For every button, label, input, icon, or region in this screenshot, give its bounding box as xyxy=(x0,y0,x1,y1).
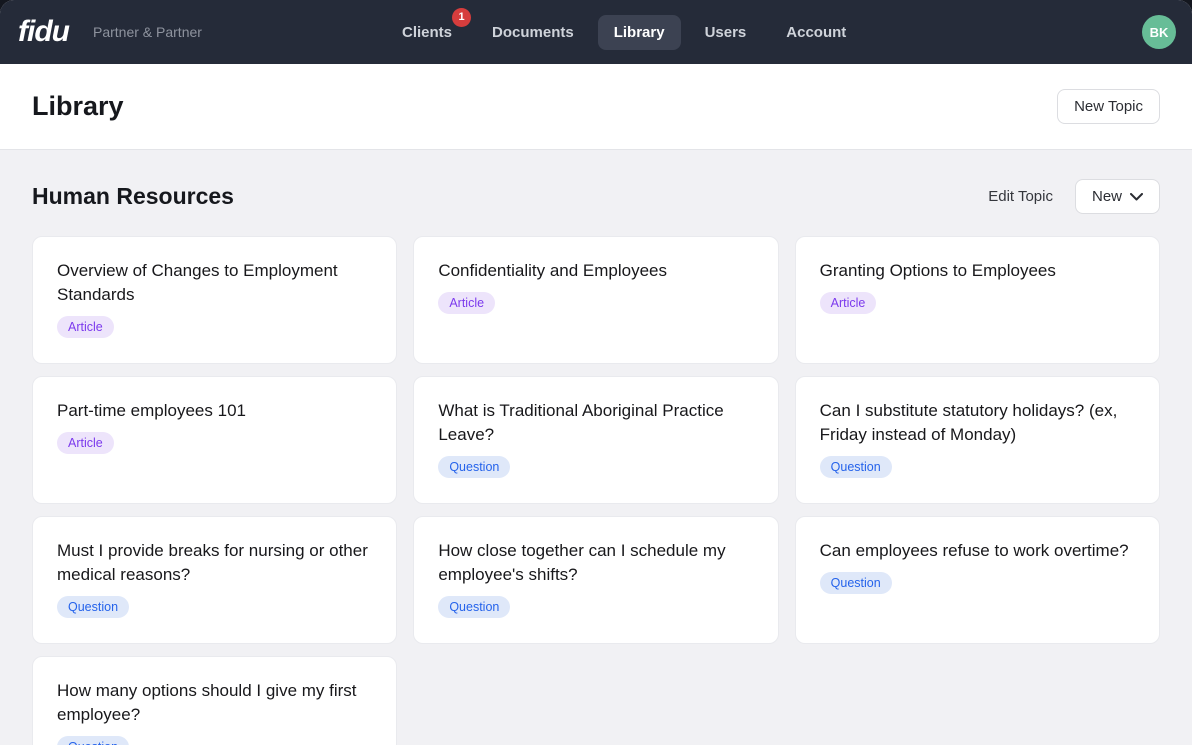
fidu-logo[interactable]: fidu xyxy=(18,15,69,49)
library-card[interactable]: How close together can I schedule my emp… xyxy=(413,516,778,644)
library-card[interactable]: Can employees refuse to work overtime? Q… xyxy=(795,516,1160,644)
card-type-badge: Article xyxy=(438,292,495,314)
new-dropdown-button[interactable]: New xyxy=(1075,179,1160,214)
top-navbar: fidu Partner & Partner Clients 1 Documen… xyxy=(0,0,1192,64)
card-type-badge: Question xyxy=(57,596,129,618)
page-title: Library xyxy=(32,91,124,122)
card-type-badge: Question xyxy=(438,596,510,618)
library-card[interactable]: Part-time employees 101 Article xyxy=(32,376,397,504)
card-type-badge: Question xyxy=(57,736,129,745)
card-title: Overview of Changes to Employment Standa… xyxy=(57,259,372,307)
nav-item-users[interactable]: Users xyxy=(689,15,763,50)
library-card[interactable]: Can I substitute statutory holidays? (ex… xyxy=(795,376,1160,504)
card-type-badge: Question xyxy=(820,572,892,594)
library-card[interactable]: How many options should I give my first … xyxy=(32,656,397,745)
topic-actions: Edit Topic New xyxy=(988,179,1160,214)
card-type-badge: Article xyxy=(57,432,114,454)
new-topic-button[interactable]: New Topic xyxy=(1057,89,1160,124)
card-type-badge: Question xyxy=(438,456,510,478)
card-title: Must I provide breaks for nursing or oth… xyxy=(57,539,372,587)
content-area: Human Resources Edit Topic New Overview … xyxy=(0,150,1192,745)
nav-item-account[interactable]: Account xyxy=(770,15,862,50)
nav-item-documents[interactable]: Documents xyxy=(476,15,590,50)
new-dropdown-label: New xyxy=(1092,188,1122,205)
card-title: What is Traditional Aboriginal Practice … xyxy=(438,399,753,447)
card-title: How many options should I give my first … xyxy=(57,679,372,727)
library-card[interactable]: Must I provide breaks for nursing or oth… xyxy=(32,516,397,644)
card-type-badge: Question xyxy=(820,456,892,478)
card-title: Part-time employees 101 xyxy=(57,399,372,423)
topic-header: Human Resources Edit Topic New xyxy=(32,178,1160,215)
library-card[interactable]: Overview of Changes to Employment Standa… xyxy=(32,236,397,364)
card-type-badge: Article xyxy=(57,316,114,338)
notification-badge: 1 xyxy=(452,8,471,27)
app-window: fidu Partner & Partner Clients 1 Documen… xyxy=(0,0,1192,745)
library-card[interactable]: What is Traditional Aboriginal Practice … xyxy=(413,376,778,504)
card-title: Can employees refuse to work overtime? xyxy=(820,539,1135,563)
library-card-grid: Overview of Changes to Employment Standa… xyxy=(32,236,1160,745)
edit-topic-link[interactable]: Edit Topic xyxy=(988,188,1053,205)
card-title: How close together can I schedule my emp… xyxy=(438,539,753,587)
card-title: Confidentiality and Employees xyxy=(438,259,753,283)
card-type-badge: Article xyxy=(820,292,877,314)
main-nav: Clients 1 Documents Library Users Accoun… xyxy=(386,0,862,64)
nav-item-library[interactable]: Library xyxy=(598,15,681,50)
library-card[interactable]: Confidentiality and Employees Article xyxy=(413,236,778,364)
organization-name: Partner & Partner xyxy=(93,24,202,40)
nav-item-clients[interactable]: Clients 1 xyxy=(386,15,468,50)
card-title: Granting Options to Employees xyxy=(820,259,1135,283)
topic-title: Human Resources xyxy=(32,183,234,210)
card-title: Can I substitute statutory holidays? (ex… xyxy=(820,399,1135,447)
chevron-down-icon xyxy=(1130,193,1143,201)
page-header: Library New Topic xyxy=(0,64,1192,150)
library-card[interactable]: Granting Options to Employees Article xyxy=(795,236,1160,364)
user-avatar[interactable]: BK xyxy=(1142,15,1176,49)
